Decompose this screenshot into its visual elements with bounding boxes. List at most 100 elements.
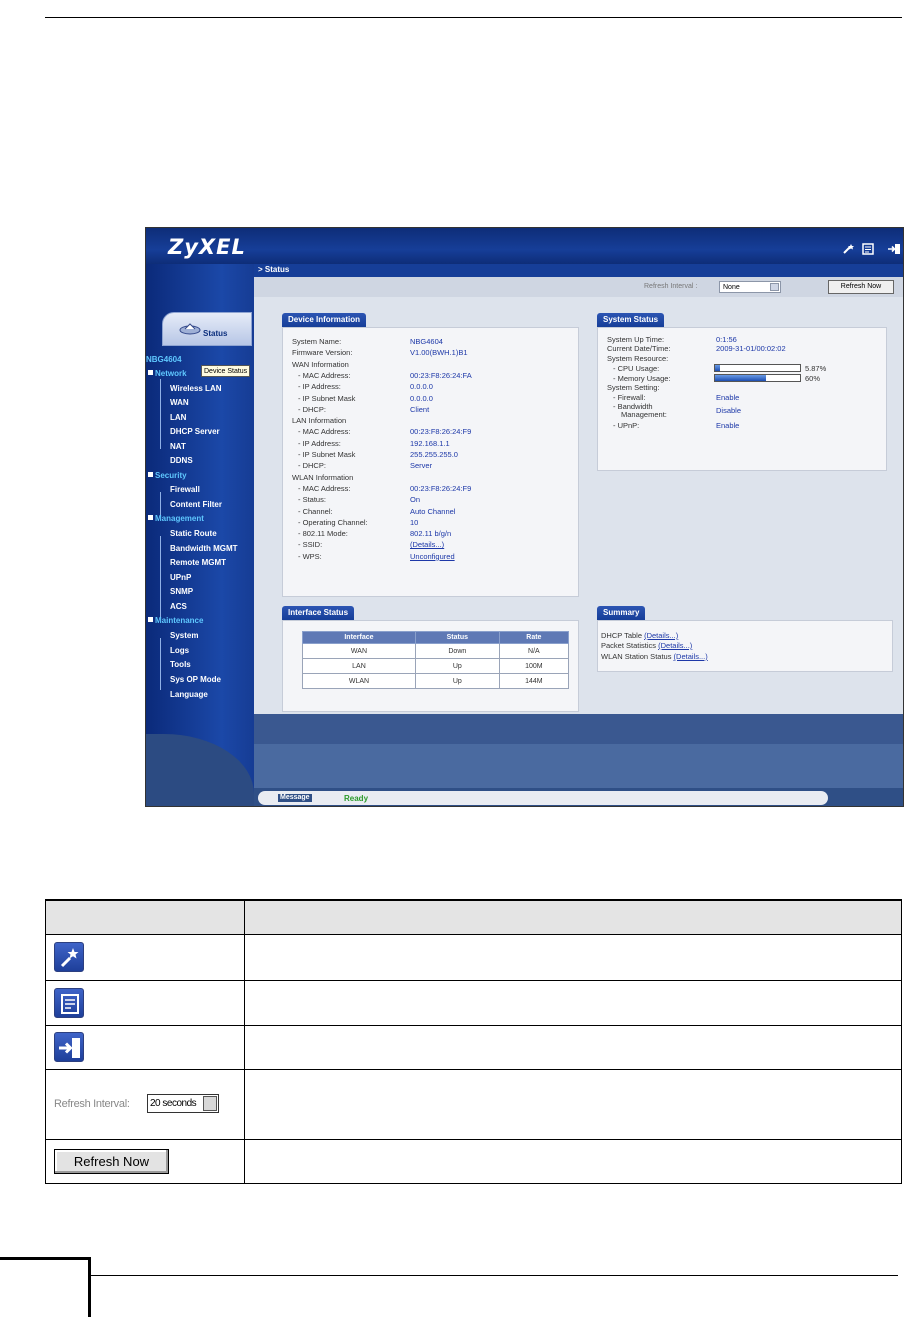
- table-cell: WAN: [302, 643, 416, 659]
- device-info-value: Auto Channel: [410, 506, 456, 516]
- packet-statistics-details-link[interactable]: (Details...): [658, 641, 692, 650]
- cpu-usage-value: 5.87%: [805, 364, 827, 373]
- uptime-label: System Up Time:: [607, 335, 665, 344]
- datetime-label: Current Date/Time:: [607, 344, 671, 353]
- nav-tree-line: [160, 379, 161, 449]
- refresh-interval-select[interactable]: None: [719, 281, 781, 293]
- status-header: Status: [414, 631, 500, 644]
- collapse-icon: [148, 515, 153, 520]
- system-resource-label: System Resource:: [607, 354, 669, 363]
- table-row: WLAN Up 144M: [302, 673, 570, 689]
- interface-status-title: Interface Status: [282, 606, 355, 620]
- table-cell: Up: [414, 673, 500, 689]
- device-info-value: 0.0.0.0: [410, 393, 433, 403]
- nav-item-nat[interactable]: NAT: [170, 442, 186, 451]
- nav-tree-line: [160, 536, 161, 617]
- nav-item-language[interactable]: Language: [170, 690, 208, 699]
- nav-bottom-curve: [146, 734, 254, 806]
- memory-usage-value: 60%: [805, 374, 821, 383]
- nav-item-sys-op-mode[interactable]: Sys OP Mode: [170, 675, 221, 684]
- nav-item-system[interactable]: System: [170, 631, 198, 640]
- refresh-interval-sample-select: 20 seconds: [147, 1094, 219, 1113]
- footer-stripe: [254, 744, 903, 788]
- table-row: LAN Up 100M: [302, 658, 570, 674]
- nav-item-content-filter[interactable]: Content Filter: [170, 500, 222, 509]
- device-info-label: Firmware Version:: [292, 348, 353, 358]
- table-header: [45, 899, 245, 935]
- device-info-value: On: [410, 495, 421, 505]
- status-tab[interactable]: Status: [162, 312, 252, 346]
- device-info-label: LAN Information: [292, 416, 347, 426]
- device-info-value: 192.168.1.1: [410, 438, 450, 448]
- refresh-now-button[interactable]: Refresh Now: [828, 280, 894, 294]
- firewall-value: Enable: [716, 393, 740, 402]
- nav-item-ddns[interactable]: DDNS: [170, 456, 193, 465]
- table-cell: Up: [414, 658, 500, 674]
- status-tab-icon: [179, 322, 201, 335]
- logout-icon: [54, 1032, 84, 1062]
- nav-item-upnp[interactable]: UPnP: [170, 573, 191, 582]
- about-icon[interactable]: [861, 243, 875, 255]
- nav-item-snmp[interactable]: SNMP: [170, 587, 193, 596]
- nav-section-maintenance[interactable]: Maintenance: [148, 616, 203, 625]
- uptime-value: 0:1:56: [716, 335, 737, 344]
- device-info-label: - DHCP:: [298, 404, 326, 414]
- refresh-interval-sample-label: Refresh Interval:: [54, 1098, 130, 1110]
- table-header: [244, 899, 902, 935]
- nav-model-name[interactable]: NBG4604: [146, 355, 182, 364]
- table-cell: 100M: [498, 658, 570, 674]
- collapse-icon: [148, 370, 153, 375]
- upnp-label: - UPnP:: [613, 421, 640, 430]
- nav-section-security[interactable]: Security: [148, 471, 187, 480]
- router-screenshot: ZyXEL Status NBG4604 Network Wireless LA…: [145, 227, 904, 807]
- nav-item-tools[interactable]: Tools: [170, 660, 191, 669]
- table-cell: WLAN: [302, 673, 416, 689]
- nav-item-bandwidth-mgmt[interactable]: Bandwidth MGMT: [170, 544, 238, 553]
- table-row: Refresh Interval: 20 seconds: [45, 1068, 902, 1140]
- table-cell: Down: [414, 643, 500, 659]
- about-icon: [54, 987, 84, 1018]
- summary-title: Summary: [597, 606, 646, 620]
- nav-item-wireless-lan[interactable]: Wireless LAN: [170, 384, 222, 393]
- footer-stripe: [254, 714, 903, 744]
- wlan-station-details-link[interactable]: (Details...): [674, 652, 708, 661]
- nav-item-remote-mgmt[interactable]: Remote MGMT: [170, 558, 226, 567]
- wizard-icon[interactable]: [842, 243, 856, 255]
- nav-item-logs[interactable]: Logs: [170, 646, 189, 655]
- device-info-value: 00:23:F8:26:24:FA: [410, 370, 472, 380]
- nav-item-static-route[interactable]: Static Route: [170, 529, 217, 538]
- table-row: [45, 979, 902, 1026]
- message-bar: Message Ready: [254, 788, 903, 806]
- device-info-label: - IP Address:: [298, 382, 341, 392]
- content-area: > Status Refresh Interval : None Refresh…: [254, 264, 903, 806]
- table-cell: [45, 933, 245, 981]
- device-info-value: Client: [410, 404, 430, 414]
- nav-section-network[interactable]: Network: [148, 369, 187, 378]
- device-info-label: - SSID:: [298, 540, 323, 550]
- wizard-icon: [54, 942, 84, 972]
- nav-section-management[interactable]: Management: [148, 514, 204, 523]
- device-info-link[interactable]: (Details...): [410, 540, 444, 549]
- nav-item-wan[interactable]: WAN: [170, 398, 189, 407]
- device-info-label: - IP Subnet Mask: [298, 450, 356, 459]
- nav-item-firewall[interactable]: Firewall: [170, 485, 200, 494]
- device-info-link[interactable]: Unconfigured: [410, 552, 455, 561]
- bandwidth-value: Disable: [716, 406, 742, 415]
- nav-item-dhcp-server[interactable]: DHCP Server: [170, 427, 220, 436]
- cpu-usage-fill: [715, 365, 720, 371]
- table-cell: Refresh Now: [45, 1138, 245, 1184]
- nav-item-acs[interactable]: ACS: [170, 602, 187, 611]
- logout-icon[interactable]: [887, 243, 901, 255]
- device-info-title: Device Information: [282, 313, 367, 327]
- device-info-label: WAN Information: [292, 359, 349, 369]
- dhcp-table-details-link[interactable]: (Details...): [644, 631, 678, 640]
- table-cell: [244, 933, 902, 981]
- memory-usage-fill: [715, 375, 766, 381]
- table-cell: 144M: [498, 673, 570, 689]
- management-label: Management:: [621, 410, 667, 419]
- device-info-value: V1.00(BWH.1)B1: [410, 348, 468, 358]
- device-info-label: - IP Subnet Mask: [298, 393, 356, 403]
- nav-item-lan[interactable]: LAN: [170, 413, 186, 422]
- table-cell: [45, 1024, 245, 1070]
- device-info-value: 00:23:F8:26:24:F9: [410, 483, 472, 493]
